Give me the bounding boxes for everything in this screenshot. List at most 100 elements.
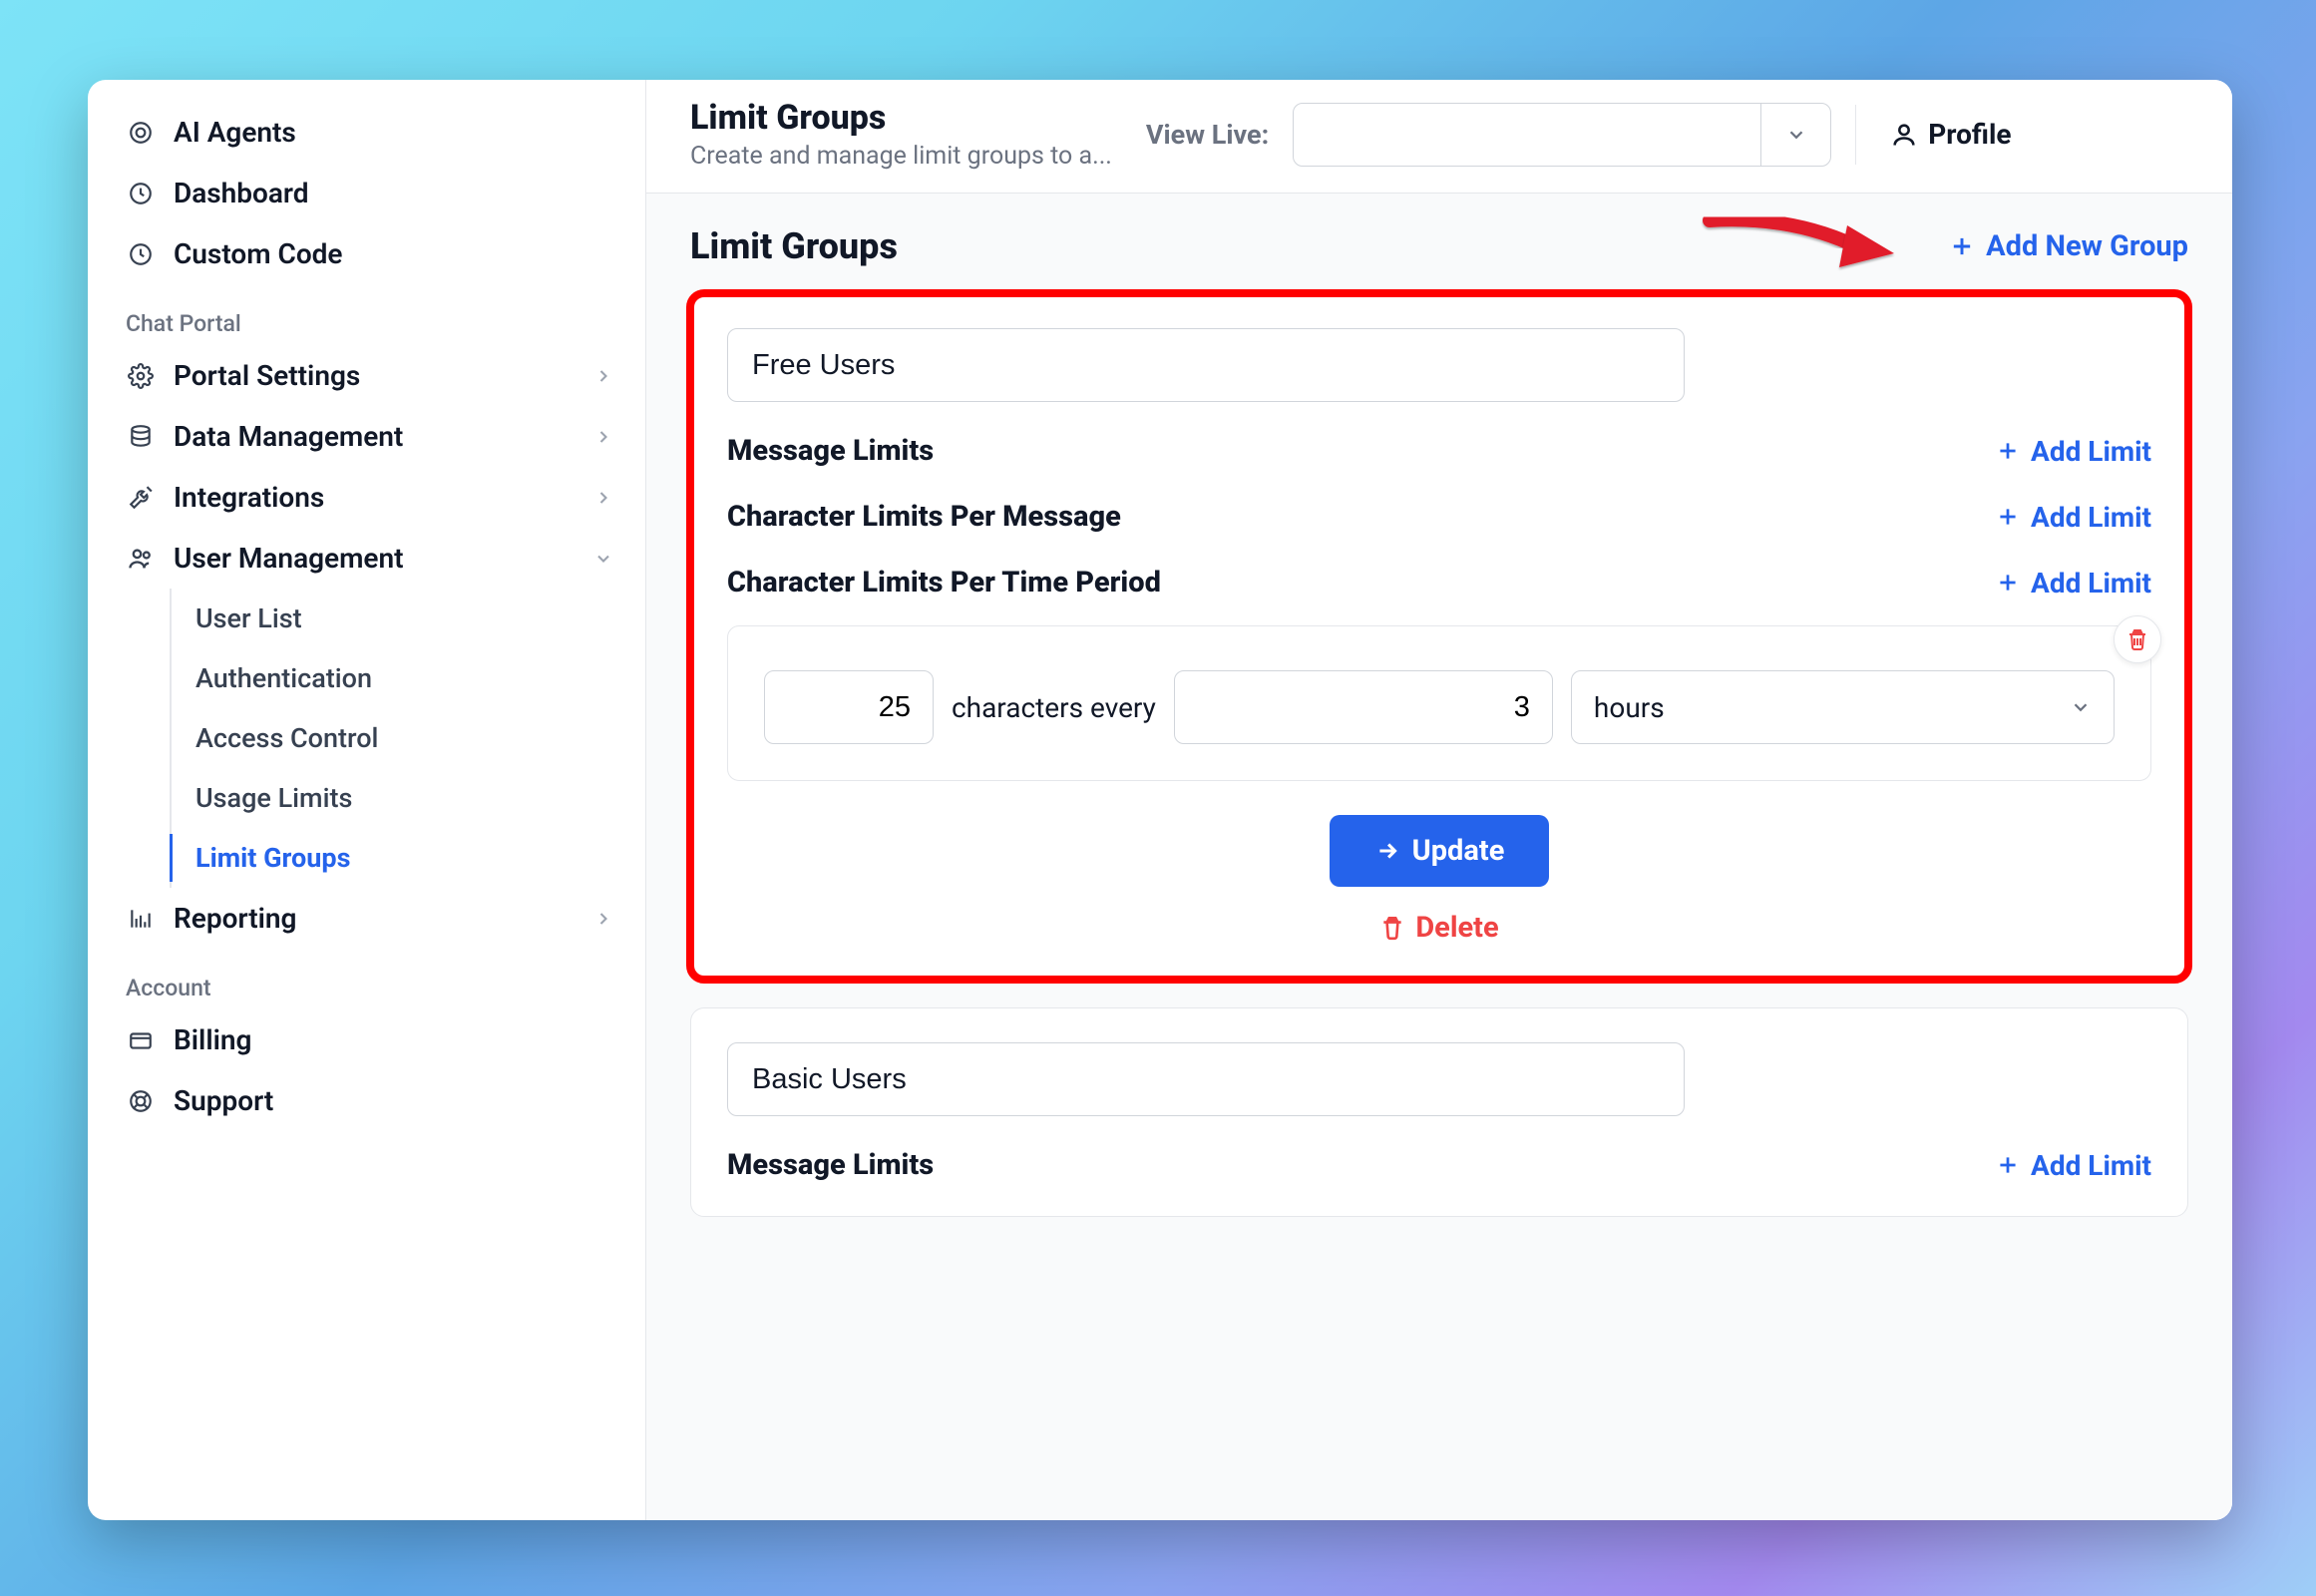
limit-row-wrap: characters every hours [727, 625, 2151, 781]
chart-icon [126, 904, 156, 934]
chevron-right-icon [593, 427, 613, 447]
character-count-input[interactable] [764, 670, 934, 744]
content-header: Limit Groups Add New Group [690, 225, 2188, 267]
sidebar-sub-usage-limits[interactable]: Usage Limits [172, 768, 627, 828]
group-name-input[interactable] [727, 1042, 1685, 1116]
sidebar-item-label: Data Management [174, 420, 403, 453]
add-limit-label: Add Limit [2031, 501, 2151, 534]
gear-icon [126, 361, 156, 391]
static-label: characters every [952, 691, 1156, 724]
plus-icon [1948, 232, 1976, 260]
sidebar-item-label: Billing [174, 1023, 251, 1056]
sidebar-item-ai-agents[interactable]: AI Agents [112, 102, 627, 163]
add-limit-label: Add Limit [2031, 567, 2151, 599]
limit-section-title: Message Limits [727, 434, 934, 468]
limit-section-char-per-message: Character Limits Per Message Add Limit [727, 500, 2151, 534]
chevron-down-icon [593, 549, 613, 569]
plus-icon [1995, 438, 2021, 464]
view-live-label: View Live: [1146, 119, 1269, 151]
sidebar-sub-access-control[interactable]: Access Control [172, 708, 627, 768]
chevron-down-icon [2070, 696, 2092, 718]
limit-section-title: Message Limits [727, 1148, 934, 1182]
sidebar-subnav-user-management: User List Authentication Access Control … [170, 589, 627, 888]
sidebar-item-label: User Management [174, 542, 404, 575]
user-icon [1890, 121, 1918, 149]
plus-icon [1995, 504, 2021, 530]
plus-icon [1995, 570, 2021, 596]
view-live-value [1294, 104, 1760, 166]
sidebar-item-dashboard[interactable]: Dashboard [112, 163, 627, 223]
sidebar-item-label: Support [174, 1084, 273, 1117]
period-count-input[interactable] [1174, 670, 1553, 744]
sidebar-sub-authentication[interactable]: Authentication [172, 648, 627, 708]
limit-section-message-limits: Message Limits Add Limit [727, 1148, 2151, 1182]
clock-icon [126, 239, 156, 269]
limit-group-card: Message Limits Add Limit Character Limit… [690, 293, 2188, 980]
trash-icon [2125, 627, 2149, 651]
plus-icon [1995, 1152, 2021, 1178]
trash-icon [1379, 915, 1405, 941]
sidebar-item-portal-settings[interactable]: Portal Settings [112, 345, 627, 406]
add-limit-button[interactable]: Add Limit [1995, 567, 2151, 599]
sidebar-item-custom-code[interactable]: Custom Code [112, 223, 627, 284]
update-label: Update [1412, 834, 1505, 868]
view-live-select[interactable] [1293, 103, 1831, 167]
chevron-right-icon [593, 366, 613, 386]
sidebar-item-user-management[interactable]: User Management [112, 528, 627, 589]
clock-icon [126, 179, 156, 208]
sidebar-item-label: AI Agents [174, 116, 296, 149]
sidebar-item-label: Portal Settings [174, 359, 360, 392]
update-button[interactable]: Update [1330, 815, 1549, 887]
topbar: Limit Groups Create and manage limit gro… [646, 80, 2232, 194]
limit-row: characters every hours [727, 625, 2151, 781]
main-area: Limit Groups Create and manage limit gro… [646, 80, 2232, 1520]
arrow-right-icon [1374, 838, 1400, 864]
add-limit-button[interactable]: Add Limit [1995, 501, 2151, 534]
delete-limit-row-button[interactable] [2114, 615, 2161, 663]
delete-label: Delete [1415, 911, 1498, 945]
profile-button[interactable]: Profile [1855, 105, 2011, 165]
group-name-input[interactable] [727, 328, 1685, 402]
page-title: Limit Groups [690, 98, 1112, 138]
add-limit-label: Add Limit [2031, 1149, 2151, 1182]
add-new-group-button[interactable]: Add New Group [1948, 229, 2188, 263]
chevron-right-icon [593, 488, 613, 508]
limit-section-char-per-time: Character Limits Per Time Period Add Lim… [727, 566, 2151, 599]
sidebar-item-label: Integrations [174, 481, 324, 514]
chevron-down-icon[interactable] [1760, 104, 1830, 166]
sidebar-item-billing[interactable]: Billing [112, 1009, 627, 1070]
target-icon [126, 118, 156, 148]
profile-label: Profile [1928, 118, 2011, 151]
limit-section-title: Character Limits Per Time Period [727, 566, 1161, 599]
sidebar-item-support[interactable]: Support [112, 1070, 627, 1131]
sidebar-section-label: Chat Portal [112, 284, 627, 345]
limit-group-card: Message Limits Add Limit [690, 1007, 2188, 1217]
users-icon [126, 544, 156, 574]
add-new-group-label: Add New Group [1986, 229, 2188, 263]
content: Limit Groups Add New Group [646, 194, 2232, 1520]
limit-section-title: Character Limits Per Message [727, 500, 1121, 534]
sidebar-item-label: Reporting [174, 902, 296, 935]
time-unit-select[interactable]: hours [1571, 670, 2115, 744]
topbar-title-block: Limit Groups Create and manage limit gro… [690, 98, 1112, 171]
sidebar-item-data-management[interactable]: Data Management [112, 406, 627, 467]
sidebar-sub-user-list[interactable]: User List [172, 589, 627, 648]
add-limit-button[interactable]: Add Limit [1995, 435, 2151, 468]
sidebar-item-label: Custom Code [174, 237, 343, 270]
time-unit-value: hours [1594, 691, 1665, 724]
database-icon [126, 422, 156, 452]
sidebar-sub-limit-groups[interactable]: Limit Groups [172, 828, 627, 888]
annotation-arrow [1700, 205, 1899, 285]
content-heading: Limit Groups [690, 225, 898, 267]
app-window: AI Agents Dashboard Custom Code Chat Por… [88, 80, 2232, 1520]
tools-icon [126, 483, 156, 513]
sidebar: AI Agents Dashboard Custom Code Chat Por… [88, 80, 646, 1520]
add-limit-button[interactable]: Add Limit [1995, 1149, 2151, 1182]
sidebar-item-reporting[interactable]: Reporting [112, 888, 627, 949]
sidebar-item-integrations[interactable]: Integrations [112, 467, 627, 528]
life-ring-icon [126, 1086, 156, 1116]
delete-group-button[interactable]: Delete [727, 911, 2151, 945]
limit-section-message-limits: Message Limits Add Limit [727, 434, 2151, 468]
sidebar-item-label: Dashboard [174, 177, 309, 209]
card-icon [126, 1025, 156, 1055]
